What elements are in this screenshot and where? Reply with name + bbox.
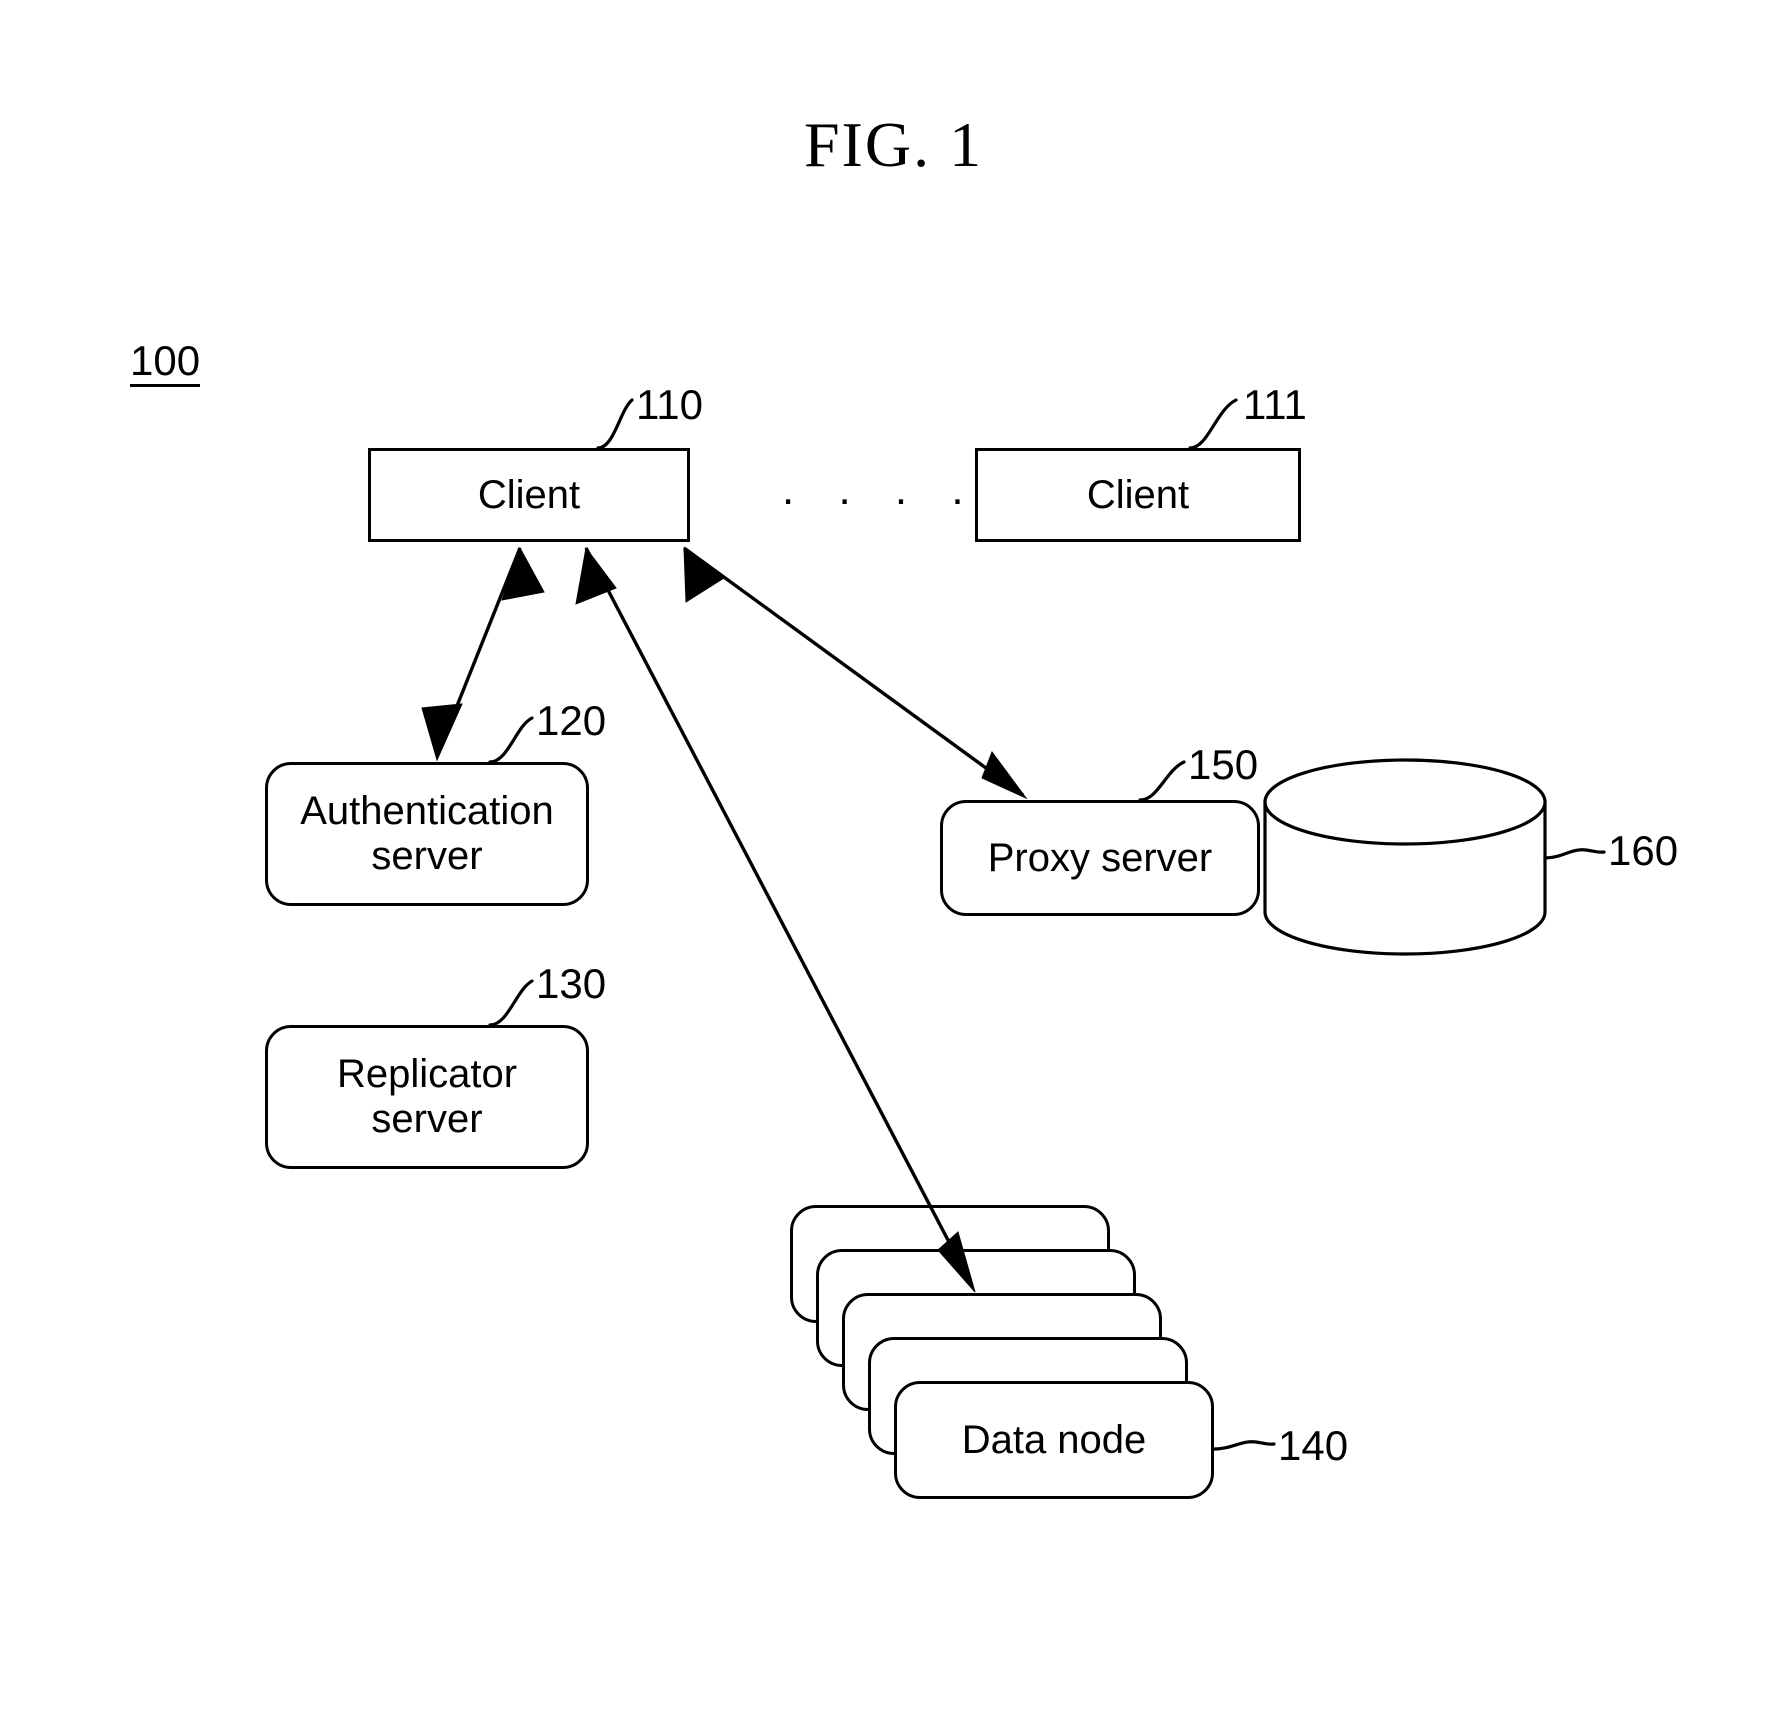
- reference-120: 120: [536, 697, 607, 744]
- node-proxy-server-label: Proxy server: [987, 835, 1213, 880]
- node-authentication-server-label-line1: Authentication: [300, 789, 554, 834]
- leader-110: [596, 398, 634, 450]
- node-data-node-stack: Data node: [790, 1205, 1230, 1545]
- leader-160: [1543, 848, 1606, 860]
- node-client-primary: Client: [368, 448, 690, 542]
- leader-150: [1138, 760, 1186, 802]
- leader-120: [488, 716, 534, 764]
- reference-110: 110: [636, 381, 703, 428]
- node-client-primary-label: Client: [477, 472, 581, 517]
- reference-160: 160: [1608, 827, 1679, 874]
- node-client-secondary: Client: [975, 448, 1301, 542]
- node-authentication-server: Authentication server: [265, 762, 589, 906]
- connection-client-to-authentication-server: [421, 546, 545, 762]
- node-proxy-server: Proxy server: [940, 800, 1260, 916]
- system-reference-100: 100: [130, 340, 201, 387]
- node-client-secondary-label: Client: [1086, 472, 1190, 517]
- node-authentication-server-label-line2: server: [371, 834, 483, 878]
- node-replicator-server: Replicator server: [265, 1025, 589, 1169]
- patent-figure-page: FIG. 1 100 Client 110 . . . . . Client 1…: [0, 0, 1787, 1709]
- node-replicator-server-label-line2: server: [371, 1097, 483, 1141]
- leader-111: [1188, 398, 1238, 450]
- leader-130: [488, 979, 534, 1027]
- node-data-node-label: Data node: [961, 1417, 1147, 1462]
- reference-111: 111: [1243, 381, 1307, 428]
- node-replicator-server-label-line1: Replicator: [336, 1052, 518, 1097]
- reference-130: 130: [536, 960, 607, 1007]
- reference-140: 140: [1278, 1422, 1349, 1469]
- data-node-card-front: Data node: [894, 1381, 1214, 1499]
- connection-client-to-data-node: [575, 546, 976, 1293]
- figure-title: FIG. 1: [803, 109, 984, 180]
- node-metadata-label: Metadata: [1335, 845, 1502, 889]
- reference-150: 150: [1188, 741, 1259, 788]
- connection-client-to-proxy-server: [682, 546, 1028, 800]
